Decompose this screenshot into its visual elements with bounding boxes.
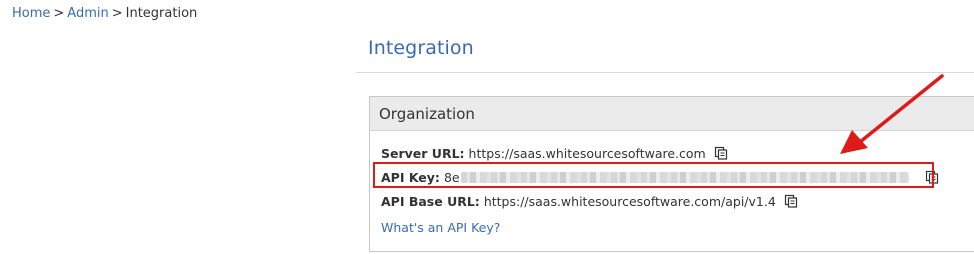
server-url-value: https://saas.whitesourcesoftware.com: [468, 145, 706, 161]
server-url-label: Server URL:: [381, 145, 465, 161]
copy-icon[interactable]: [784, 194, 798, 208]
help-link-row: What's an API Key?: [381, 217, 500, 237]
breadcrumb-home-link[interactable]: Home: [12, 6, 50, 21]
breadcrumb-separator: >: [111, 6, 123, 21]
breadcrumb-separator: >: [53, 6, 65, 21]
title-divider: [356, 72, 974, 73]
breadcrumb-current: Integration: [125, 6, 198, 21]
page-title: Integration: [368, 37, 474, 59]
server-url-row: Server URL: https://saas.whitesourcesoft…: [381, 143, 728, 163]
organization-panel-header: Organization: [370, 97, 974, 131]
copy-icon[interactable]: [714, 146, 728, 160]
whats-an-api-key-link[interactable]: What's an API Key?: [381, 220, 500, 235]
api-key-highlight-box: [373, 162, 934, 188]
api-base-url-value: https://saas.whitesourcesoftware.com/api…: [483, 193, 776, 209]
breadcrumb-admin-link[interactable]: Admin: [67, 6, 108, 21]
breadcrumb: Home > Admin > Integration: [12, 5, 197, 23]
api-base-url-label: API Base URL:: [381, 193, 480, 209]
api-base-url-row: API Base URL: https://saas.whitesourceso…: [381, 191, 798, 211]
